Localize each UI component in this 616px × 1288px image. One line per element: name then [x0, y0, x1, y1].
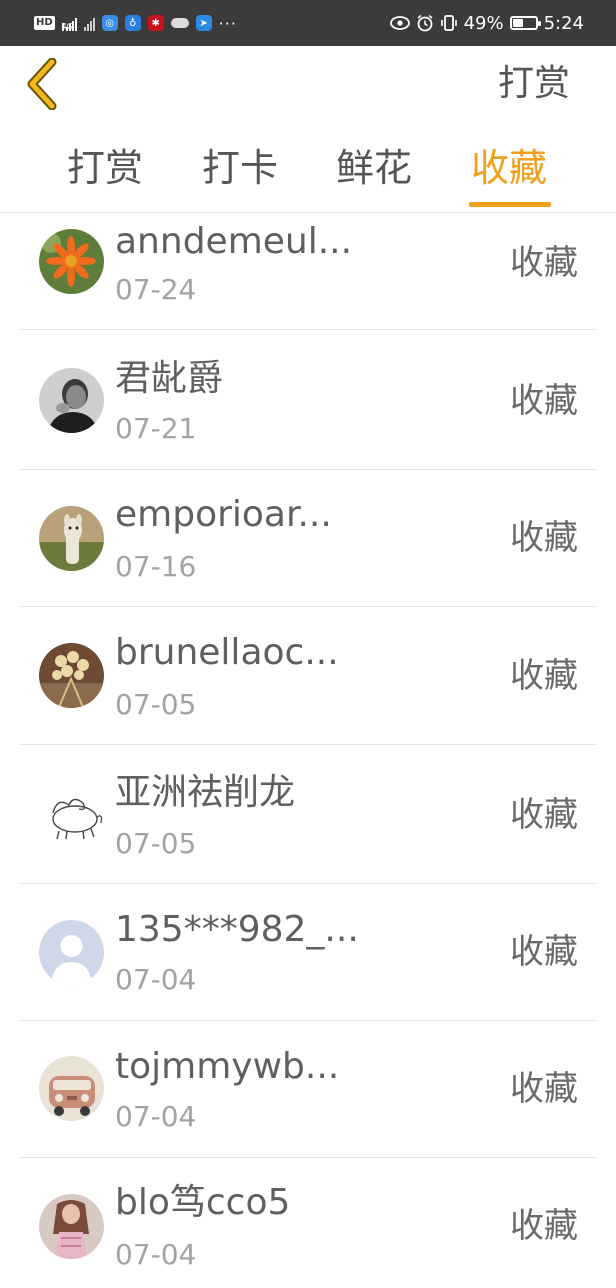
list-item-name: 135***982_...: [115, 909, 359, 950]
list-item-favorite-label: 收藏: [510, 381, 578, 421]
send-app-icon: ➤: [195, 15, 212, 31]
list-item-date: 07-24: [115, 273, 197, 306]
battery-percent: 49%: [463, 12, 504, 34]
list-item-favorite-label: 收藏: [510, 518, 578, 558]
signal-strength-icon: 4G: [61, 15, 77, 31]
list-item-date: 07-05: [115, 688, 197, 721]
list-item-favorite-label: 收藏: [510, 795, 578, 835]
tab-favorites[interactable]: 收藏: [471, 142, 547, 194]
list-item[interactable]: tojmmywb... 07-04 收藏: [0, 1021, 616, 1158]
list-item-favorite-label: 收藏: [510, 243, 578, 283]
more-notifications-icon: ···: [218, 13, 237, 33]
list-item-favorite-label: 收藏: [510, 656, 578, 696]
list-item-name: 亚洲祛削龙: [115, 772, 296, 813]
avatar: [39, 1056, 104, 1121]
eye-icon: [389, 16, 410, 30]
avatar: [39, 643, 104, 708]
list-item[interactable]: 君龀爵 07-21 收藏: [0, 330, 616, 470]
header-reward-button[interactable]: 打赏: [498, 60, 570, 108]
list-item[interactable]: 亚洲祛削龙 07-05 收藏: [0, 745, 616, 884]
tab-flowers[interactable]: 鲜花: [336, 142, 412, 194]
list-item-name: brunellaoc...: [115, 632, 339, 673]
list-item[interactable]: emporioar... 07-16 收藏: [0, 470, 616, 607]
list-item-name: 君龀爵: [115, 358, 224, 399]
list-item[interactable]: 135***982_... 07-04 收藏: [0, 884, 616, 1021]
hd-indicator: HD: [34, 16, 55, 30]
list-item-name: anndemeul...: [115, 221, 353, 262]
status-bar: HD 4G ◎ ♁ ✱ ➤ ··· 49% 5:2: [0, 0, 616, 46]
chevron-left-icon: [27, 58, 57, 110]
avatar: [39, 783, 104, 848]
status-bar-left: HD 4G ◎ ♁ ✱ ➤ ···: [34, 0, 237, 46]
back-button[interactable]: [24, 56, 64, 112]
battery-level: [512, 19, 524, 27]
list-item-favorite-label: 收藏: [510, 1206, 578, 1246]
list-item-date: 07-16: [115, 550, 197, 583]
list-item[interactable]: blo笃cco5 07-04 收藏: [0, 1158, 616, 1288]
list-item-date: 07-04: [115, 963, 197, 996]
list-item-date: 07-04: [115, 1238, 197, 1271]
avatar: [39, 1194, 104, 1259]
list-item-date: 07-04: [115, 1100, 197, 1133]
browser-app-icon: ◎: [101, 15, 118, 31]
alarm-icon: [417, 14, 433, 32]
vibrate-icon: [440, 15, 457, 31]
bulb-app-icon: ♁: [124, 15, 141, 31]
active-tab-indicator: [469, 202, 551, 207]
list-item-name: tojmmywb...: [115, 1046, 340, 1087]
tab-bar: 打赏 打卡 鲜花 收藏: [0, 130, 616, 213]
clock: 5:24: [543, 12, 584, 34]
news-app-icon: ✱: [147, 15, 164, 31]
list-item[interactable]: anndemeul... 07-24 收藏: [0, 213, 616, 330]
list-item-date: 07-21: [115, 412, 197, 445]
list-item-favorite-label: 收藏: [510, 932, 578, 972]
favorites-list: anndemeul... 07-24 收藏 君龀爵 07-21 收藏 empor…: [0, 213, 616, 1288]
tab-reward[interactable]: 打赏: [67, 142, 143, 194]
avatar: [39, 920, 104, 985]
list-item[interactable]: brunellaoc... 07-05 收藏: [0, 607, 616, 745]
avatar: [39, 229, 104, 294]
list-item-favorite-label: 收藏: [510, 1069, 578, 1109]
list-item-name: emporioar...: [115, 494, 332, 535]
avatar: [39, 506, 104, 571]
tab-checkin[interactable]: 打卡: [202, 142, 278, 194]
avatar: [39, 368, 104, 433]
battery-icon: [509, 16, 541, 30]
status-bar-right: 49% 5:24: [389, 0, 584, 46]
no-signal-icon: [83, 15, 95, 31]
list-item-name: blo笃cco5: [115, 1182, 291, 1223]
cloud-icon: [170, 18, 189, 28]
list-item-date: 07-05: [115, 827, 197, 860]
